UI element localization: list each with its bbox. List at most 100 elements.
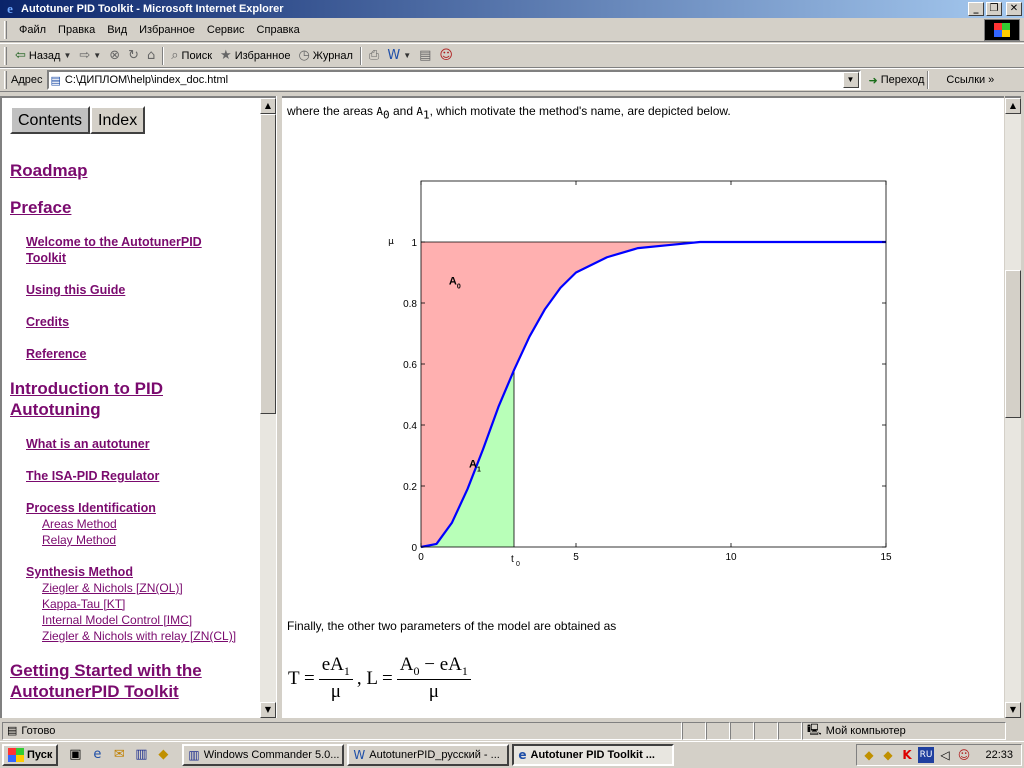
stop-button[interactable]: ⊗ (105, 45, 124, 67)
tab-index[interactable]: Index (90, 106, 146, 134)
toc-kappa-tau[interactable]: Kappa-Tau [KT] (42, 596, 125, 612)
address-dropdown-button[interactable]: ▼ (842, 72, 859, 88)
task-ie-autotuner[interactable]: e Autotuner PID Toolkit ... (512, 744, 675, 766)
task-word-document[interactable]: W AutotunerPID_русский - ... (347, 744, 510, 766)
toc-reference[interactable]: Reference (26, 346, 236, 362)
toc-isa-pid[interactable]: The ISA-PID Regulator (26, 468, 236, 484)
toc-roadmap[interactable]: Roadmap (10, 160, 240, 181)
toc-using-guide[interactable]: Using this Guide (26, 282, 236, 298)
toc-pane: Contents Index Roadmap Preface Welcome t… (0, 96, 260, 718)
app-icon[interactable]: ◆ (154, 746, 172, 764)
toc-scrollbar[interactable]: ▲ ▼ (260, 96, 276, 718)
scroll-up-arrow-icon[interactable]: ▲ (260, 98, 276, 114)
document-scrollbar[interactable]: ▲ ▼ (1005, 96, 1021, 718)
address-bar: Адрес ▤ C:\ДИПЛОМ\help\index_doc.html ▼ … (0, 68, 1024, 92)
home-button[interactable]: ⌂ (143, 45, 159, 67)
forward-arrow-icon: ⇨ (79, 48, 91, 63)
toc-credits[interactable]: Credits (26, 314, 236, 330)
menu-file[interactable]: Файл (13, 22, 52, 38)
clock: 22:33 (985, 749, 1013, 761)
menu-tools[interactable]: Сервис (201, 22, 251, 38)
go-arrow-icon: ➜ (868, 73, 878, 87)
refresh-button[interactable]: ↻ (124, 45, 143, 67)
y-tick-label: 0.4 (403, 421, 417, 432)
task-windows-commander[interactable]: ▥ Windows Commander 5.0... (182, 744, 345, 766)
toc-process-identification[interactable]: Process Identification (26, 500, 236, 516)
menu-edit[interactable]: Правка (52, 22, 101, 38)
forward-button[interactable]: ⇨ ▼ (75, 45, 105, 67)
address-label: Адрес (11, 74, 43, 86)
toc-what-is-autotuner[interactable]: What is an autotuner (26, 436, 236, 452)
windows-logo-icon (984, 19, 1020, 41)
toc-synthesis-method[interactable]: Synthesis Method (26, 564, 236, 580)
scroll-down-arrow-icon[interactable]: ▼ (260, 702, 276, 718)
tab-contents[interactable]: Contents (10, 106, 91, 134)
show-desktop-icon[interactable]: ▣ (66, 746, 84, 764)
scrollbar-thumb[interactable] (1005, 270, 1021, 418)
status-text: Готово (21, 724, 56, 737)
toc-preface[interactable]: Preface (10, 197, 240, 218)
toc-introduction[interactable]: Introduction to PID Autotuning (10, 378, 240, 420)
save-icon[interactable]: ▥ (132, 746, 150, 764)
back-arrow-icon: ⇦ (15, 48, 26, 63)
toc-relay-method[interactable]: Relay Method (42, 532, 116, 548)
word-icon: W (353, 748, 366, 762)
t0-label: t (511, 554, 514, 565)
refresh-icon: ↻ (128, 48, 139, 63)
y-tick-label: 1 (411, 238, 417, 249)
go-button[interactable]: ➜ Переход (869, 74, 925, 87)
discuss-button[interactable]: ▤ (415, 45, 435, 67)
start-button[interactable]: Пуск (2, 744, 59, 766)
volume-icon[interactable]: ◁ (937, 747, 953, 763)
menu-favorites[interactable]: Избранное (133, 22, 201, 38)
scroll-up-arrow-icon[interactable]: ▲ (1005, 98, 1021, 114)
page-icon: ▤ (50, 73, 61, 87)
messenger-icon[interactable]: ☺ (956, 747, 972, 763)
zone-text: Мой компьютер (825, 724, 906, 737)
antivirus-icon[interactable]: K (899, 747, 915, 763)
printer-icon: ⎙ (368, 48, 380, 63)
computer-icon: 🖳 (807, 724, 822, 736)
search-button[interactable]: ⌕ Поиск (167, 45, 216, 67)
links-button[interactable]: Ссылки » (946, 74, 994, 86)
toc-zn-cl[interactable]: Ziegler & Nichols with relay [ZN(CL)] (42, 628, 236, 644)
tray-app-icon[interactable]: ◆ (861, 747, 877, 763)
areas-method-chart: 00.20.40.60.810 5 10 15μt 0A 0A 1 (388, 180, 892, 568)
toc-getting-started[interactable]: Getting Started with the AutotunerPID To… (10, 660, 240, 702)
toc-tabs: Contents Index (10, 106, 146, 134)
intro-paragraph: where the areas A0 and A1, which motivat… (287, 104, 731, 122)
language-indicator-icon[interactable]: RU (918, 747, 934, 763)
outlook-icon[interactable]: ✉ (110, 746, 128, 764)
y-tick-label: 0.6 (403, 360, 417, 371)
taskbar: Пуск ▣ e ✉ ▥ ◆ ▥ Windows Commander 5.0..… (0, 741, 1024, 768)
maximize-button[interactable]: ❐ (986, 2, 1002, 16)
toc-areas-method[interactable]: Areas Method (42, 516, 117, 532)
stop-icon: ⊗ (109, 48, 121, 63)
toc-welcome[interactable]: Welcome to the AutotunerPID Toolkit (26, 234, 236, 266)
chevron-down-icon: ▼ (403, 51, 412, 60)
toc-zn-ol[interactable]: Ziegler & Nichols [ZN(OL)] (42, 580, 183, 596)
address-input[interactable]: ▤ C:\ДИПЛОМ\help\index_doc.html ▼ (46, 70, 861, 90)
home-icon: ⌂ (147, 48, 156, 63)
document-pane: where the areas A0 and A1, which motivat… (282, 96, 1004, 718)
tray-app-icon[interactable]: ◆ (880, 747, 896, 763)
y-tick-label: 0.8 (403, 299, 417, 310)
toc-imc[interactable]: Internal Model Control [IMC] (42, 612, 192, 628)
menu-bar: Файл Правка Вид Избранное Сервис Справка (0, 18, 1024, 42)
scroll-down-arrow-icon[interactable]: ▼ (1005, 702, 1021, 718)
ie-icon: e (518, 748, 527, 762)
menu-help[interactable]: Справка (251, 22, 306, 38)
messenger-button[interactable]: ☺ (435, 45, 457, 67)
edit-button[interactable]: W ▼ (383, 45, 415, 67)
print-button[interactable]: ⎙ (365, 45, 383, 67)
history-button[interactable]: ◷ Журнал (294, 45, 356, 67)
ie-icon[interactable]: e (88, 746, 106, 764)
a1-label: A (469, 459, 477, 471)
close-button[interactable]: ✕ (1006, 2, 1022, 16)
back-button[interactable]: ⇦ Назад ▼ (11, 45, 75, 67)
menu-view[interactable]: Вид (101, 22, 133, 38)
favorites-button[interactable]: ★ Избранное (216, 45, 294, 67)
scrollbar-thumb[interactable] (260, 114, 276, 414)
a0-subscript: 0 (457, 284, 461, 291)
minimize-button[interactable]: _ (968, 2, 984, 16)
